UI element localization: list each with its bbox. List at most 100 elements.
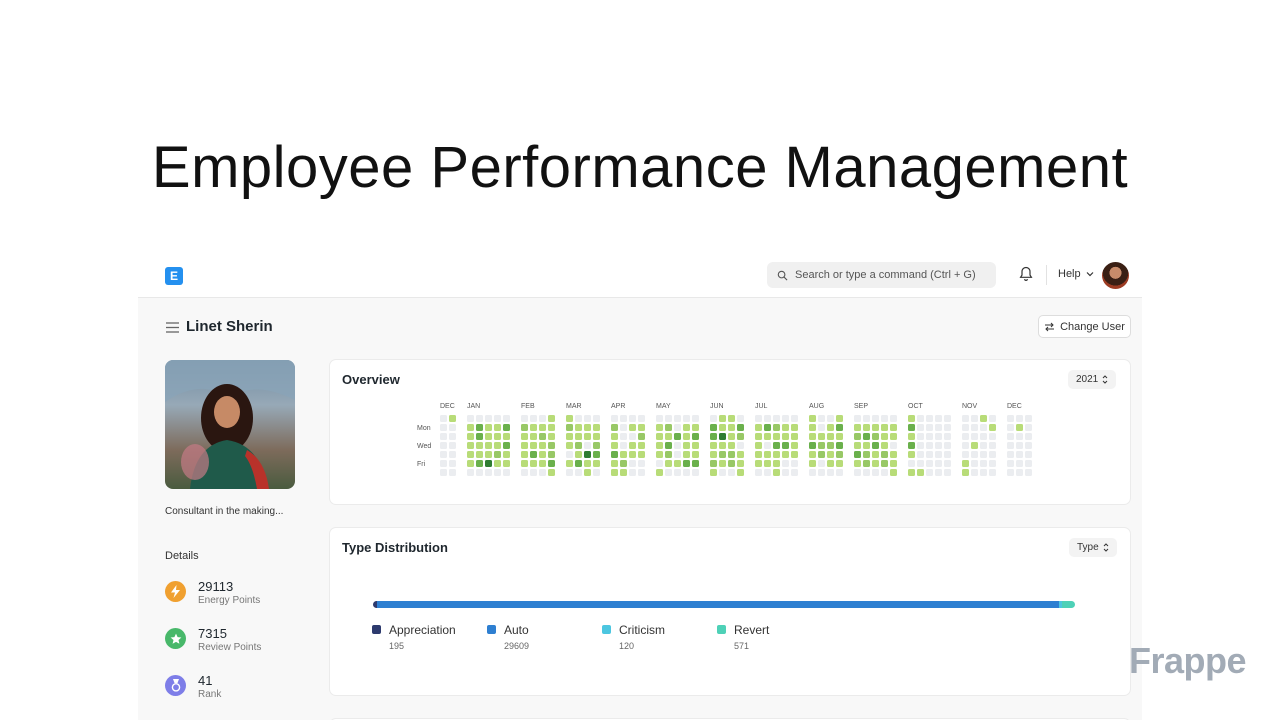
heatmap-cell — [467, 460, 474, 467]
heatmap-cell — [1016, 460, 1023, 467]
heatmap-cell — [584, 424, 591, 431]
heatmap-cell — [611, 415, 618, 422]
heatmap-cell — [863, 451, 870, 458]
heatmap-cell — [692, 460, 699, 467]
heatmap-cell — [791, 469, 798, 476]
heatmap-cell — [962, 460, 969, 467]
heatmap-cell — [773, 433, 780, 440]
heatmap-cell — [1016, 442, 1023, 449]
heatmap-cell — [791, 433, 798, 440]
heatmap-cell — [881, 433, 888, 440]
heatmap-cell — [962, 469, 969, 476]
heatmap-cell — [449, 469, 456, 476]
heatmap-cell — [674, 469, 681, 476]
heatmap-cell — [440, 460, 447, 467]
navbar: E Search or type a command (Ctrl + G) He… — [138, 252, 1142, 298]
change-user-button[interactable]: Change User — [1038, 315, 1131, 338]
month-label: JAN — [467, 403, 480, 410]
legend-swatch — [717, 625, 726, 634]
heatmap-cell — [908, 451, 915, 458]
app-logo[interactable]: E — [165, 267, 183, 285]
heatmap-cell — [755, 460, 762, 467]
heatmap-cell — [494, 460, 501, 467]
heatmap-cell — [737, 460, 744, 467]
heatmap-cell — [494, 433, 501, 440]
heatmap-cell — [566, 469, 573, 476]
heatmap-cell — [440, 415, 447, 422]
heatmap-cell — [980, 424, 987, 431]
heatmap-cell — [530, 424, 537, 431]
heatmap-cell — [926, 442, 933, 449]
heatmap-cell — [890, 424, 897, 431]
help-menu[interactable]: Help — [1058, 268, 1094, 280]
stat-review-points: 7315 Review Points — [165, 625, 315, 659]
heatmap-cell — [728, 451, 735, 458]
heatmap-cell — [926, 433, 933, 440]
heatmap-cell — [881, 460, 888, 467]
heatmap-cell — [467, 433, 474, 440]
heatmap-cell — [593, 451, 600, 458]
heatmap-cell — [584, 451, 591, 458]
month-label: APR — [611, 403, 625, 410]
heatmap-cell — [836, 451, 843, 458]
heatmap-cell — [809, 433, 816, 440]
heatmap-cell — [584, 469, 591, 476]
heatmap-cell — [980, 415, 987, 422]
heatmap-cell — [656, 415, 663, 422]
heatmap-cell — [620, 451, 627, 458]
search-bar[interactable]: Search or type a command (Ctrl + G) — [767, 262, 996, 288]
heatmap-cell — [485, 442, 492, 449]
heatmap-cell — [710, 415, 717, 422]
day-label: Fri — [417, 461, 426, 468]
heatmap-cell — [611, 460, 618, 467]
heatmap-cell — [692, 415, 699, 422]
heatmap-cell — [944, 451, 951, 458]
heatmap-cell — [935, 451, 942, 458]
month-label: DEC — [1007, 403, 1022, 410]
heatmap-cell — [944, 469, 951, 476]
heatmap-cell — [764, 424, 771, 431]
type-select[interactable]: Type — [1069, 538, 1117, 557]
heatmap-cell — [917, 451, 924, 458]
heatmap-cell — [683, 415, 690, 422]
stat-rank: 41 Rank — [165, 672, 315, 706]
heatmap-cell — [944, 460, 951, 467]
heatmap-cell — [530, 451, 537, 458]
heatmap-cell — [521, 460, 528, 467]
heatmap-cell — [809, 460, 816, 467]
heatmap-cell — [989, 415, 996, 422]
heatmap-cell — [854, 469, 861, 476]
heatmap-cell — [665, 424, 672, 431]
profile-bio: Consultant in the making... — [165, 506, 284, 517]
heatmap-cell — [773, 460, 780, 467]
heatmap-cell — [935, 469, 942, 476]
heatmap-cell — [890, 460, 897, 467]
heatmap-cell — [827, 415, 834, 422]
heatmap-cell — [683, 469, 690, 476]
heatmap-cell — [476, 451, 483, 458]
legend-label: Revert — [734, 623, 770, 637]
star-icon — [165, 628, 186, 649]
heatmap-cell — [818, 469, 825, 476]
heatmap-cell — [1025, 451, 1032, 458]
heatmap-cell — [782, 451, 789, 458]
heatmap-cell — [1007, 424, 1014, 431]
legend-value: 571 — [734, 641, 750, 651]
heatmap-cell — [692, 469, 699, 476]
heatmap-cell — [692, 424, 699, 431]
heatmap-cell — [728, 433, 735, 440]
user-avatar[interactable] — [1102, 262, 1129, 289]
heatmap-cell — [638, 469, 645, 476]
heatmap-cell — [656, 451, 663, 458]
heatmap-cell — [449, 433, 456, 440]
bell-icon[interactable] — [1019, 266, 1033, 282]
heatmap-cell — [935, 442, 942, 449]
menu-icon[interactable] — [166, 322, 179, 333]
heatmap-cell — [773, 424, 780, 431]
heatmap-cell — [764, 451, 771, 458]
heatmap-cell — [566, 424, 573, 431]
heatmap-cell — [1016, 415, 1023, 422]
heatmap-cell — [539, 442, 546, 449]
heatmap-cell — [917, 442, 924, 449]
month-label: AUG — [809, 403, 824, 410]
